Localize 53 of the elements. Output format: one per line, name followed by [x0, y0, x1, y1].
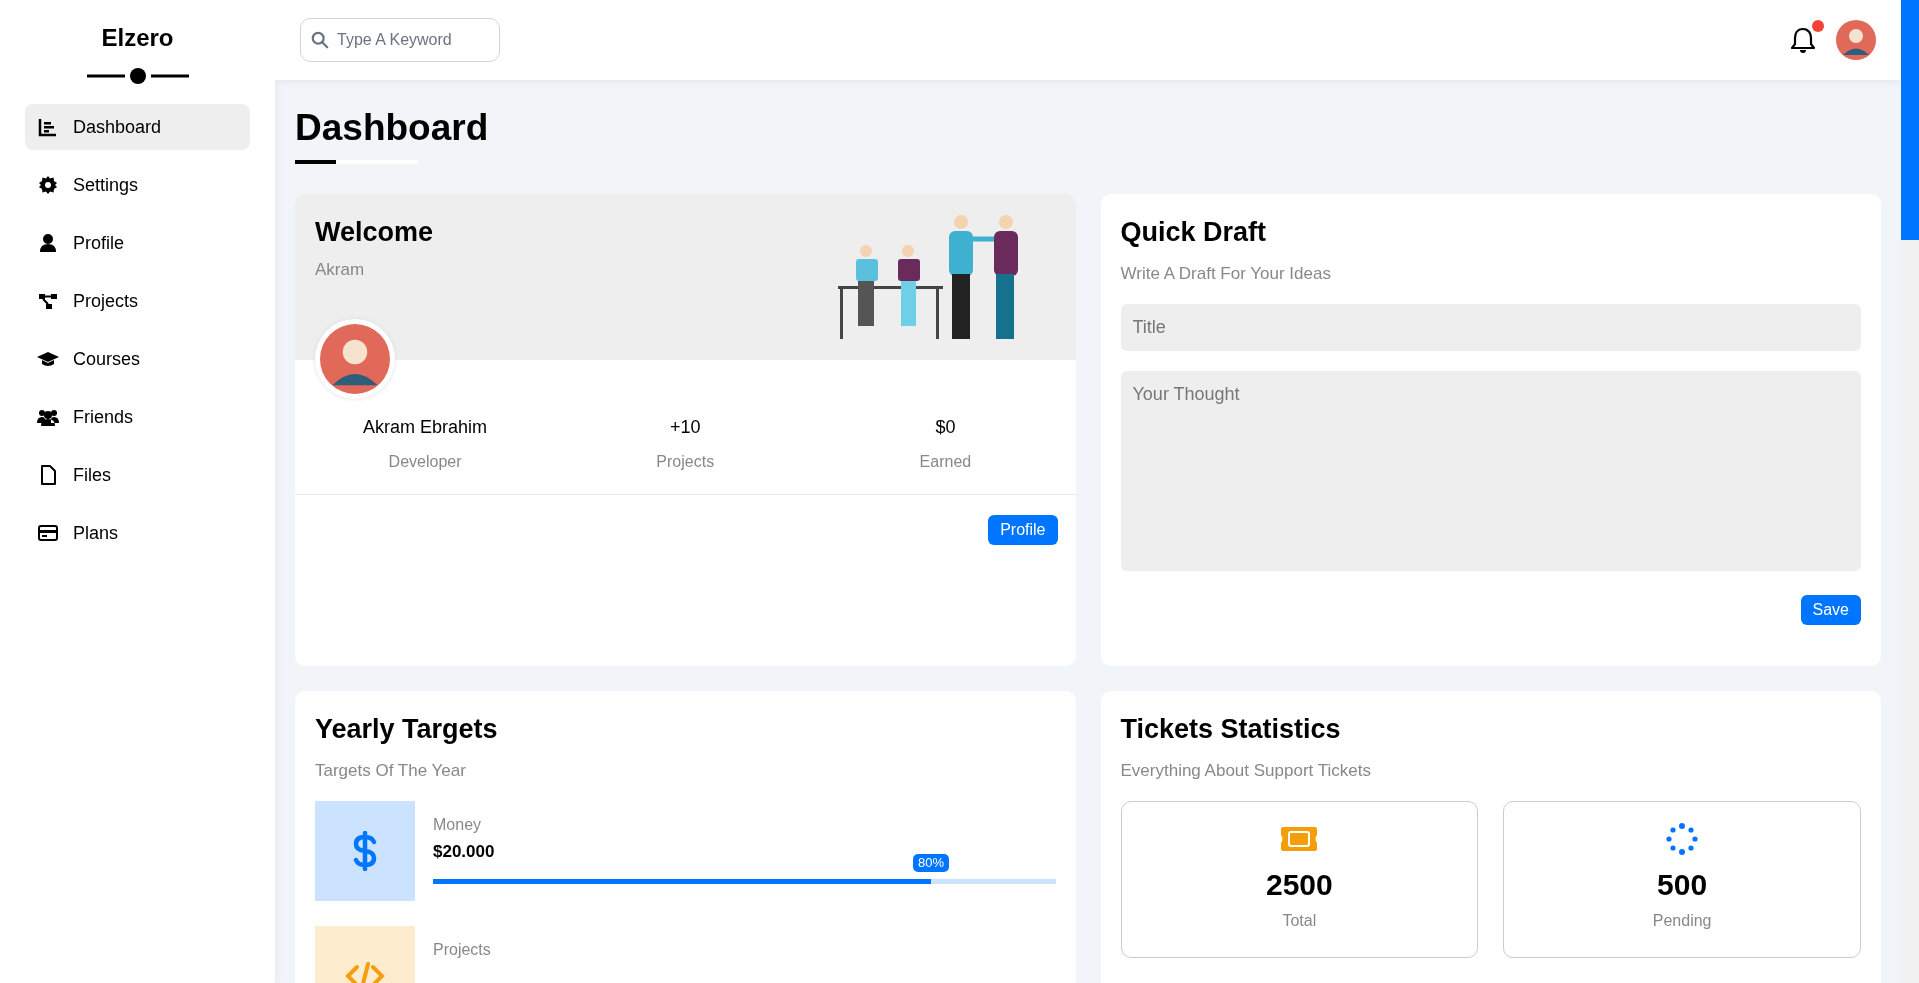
ticket-icon — [1280, 826, 1319, 853]
search-icon — [311, 31, 329, 49]
target-label: Projects — [433, 940, 492, 961]
stat-label: Earned — [919, 452, 972, 473]
sidebar-item[interactable]: Files — [25, 452, 250, 498]
sidebar-item[interactable]: Plans — [25, 510, 250, 556]
target-label: Money — [433, 815, 483, 836]
card-title: Quick Draft — [1120, 216, 1268, 250]
card-title: Tickets Statistics — [1120, 713, 1342, 747]
stat-label: Pending — [1652, 911, 1712, 932]
stat-value: +10 — [669, 416, 701, 440]
file-icon — [39, 465, 57, 485]
card-subtitle: Write A Draft For Your Ideas — [1120, 262, 1332, 285]
stat-label: Projects — [656, 452, 715, 473]
title-field[interactable]: Title — [1120, 304, 1861, 352]
stat-value: $0 — [935, 416, 956, 440]
sidebar-item[interactable]: Profile — [25, 220, 250, 266]
sidebar-item[interactable]: Projects — [25, 278, 250, 324]
stat-label: Developer — [388, 452, 462, 473]
chart-icon — [38, 117, 58, 137]
card-title: Yearly Targets — [315, 713, 499, 747]
diagram-icon — [38, 291, 58, 311]
spinner-icon — [1666, 823, 1699, 856]
card-subtitle: Targets Of The Year — [315, 759, 467, 782]
code-icon — [345, 961, 385, 983]
target-value: $20.000 — [433, 841, 495, 864]
thought-field[interactable]: Your Thought — [1120, 371, 1861, 572]
stat-value: 500 — [1657, 867, 1708, 904]
progress-tooltip: 80% — [913, 853, 949, 872]
gear-icon — [38, 175, 58, 195]
avatar-icon[interactable] — [1836, 20, 1876, 60]
logo: Elzero — [101, 23, 174, 53]
search-field[interactable]: Type A Keyword — [300, 18, 500, 62]
stat-value: Akram Ebrahim — [363, 416, 488, 440]
user-first-name: Akram — [315, 258, 366, 281]
sidebar-item[interactable]: Friends — [25, 394, 250, 440]
card-title: Welcome — [315, 216, 434, 250]
scrollbar-thumb[interactable] — [1901, 0, 1919, 240]
graduation-cap-icon — [37, 349, 59, 369]
stat-value: 2500 — [1266, 867, 1333, 904]
sidebar-item[interactable]: Dashboard — [25, 104, 250, 150]
bell-icon[interactable] — [1790, 26, 1816, 54]
page-title: Dashboard — [295, 106, 489, 150]
stat-label: Total — [1282, 911, 1317, 932]
users-icon — [37, 407, 59, 427]
sidebar-item[interactable]: Courses — [25, 336, 250, 382]
card-subtitle: Everything About Support Tickets — [1120, 759, 1372, 782]
credit-card-icon — [38, 524, 58, 542]
profile-button[interactable]: Profile — [988, 515, 1058, 546]
logo-ornament-icon — [86, 68, 189, 84]
sidebar-item[interactable]: Settings — [25, 162, 250, 208]
user-icon — [38, 233, 58, 253]
save-button[interactable]: Save — [1800, 595, 1861, 626]
